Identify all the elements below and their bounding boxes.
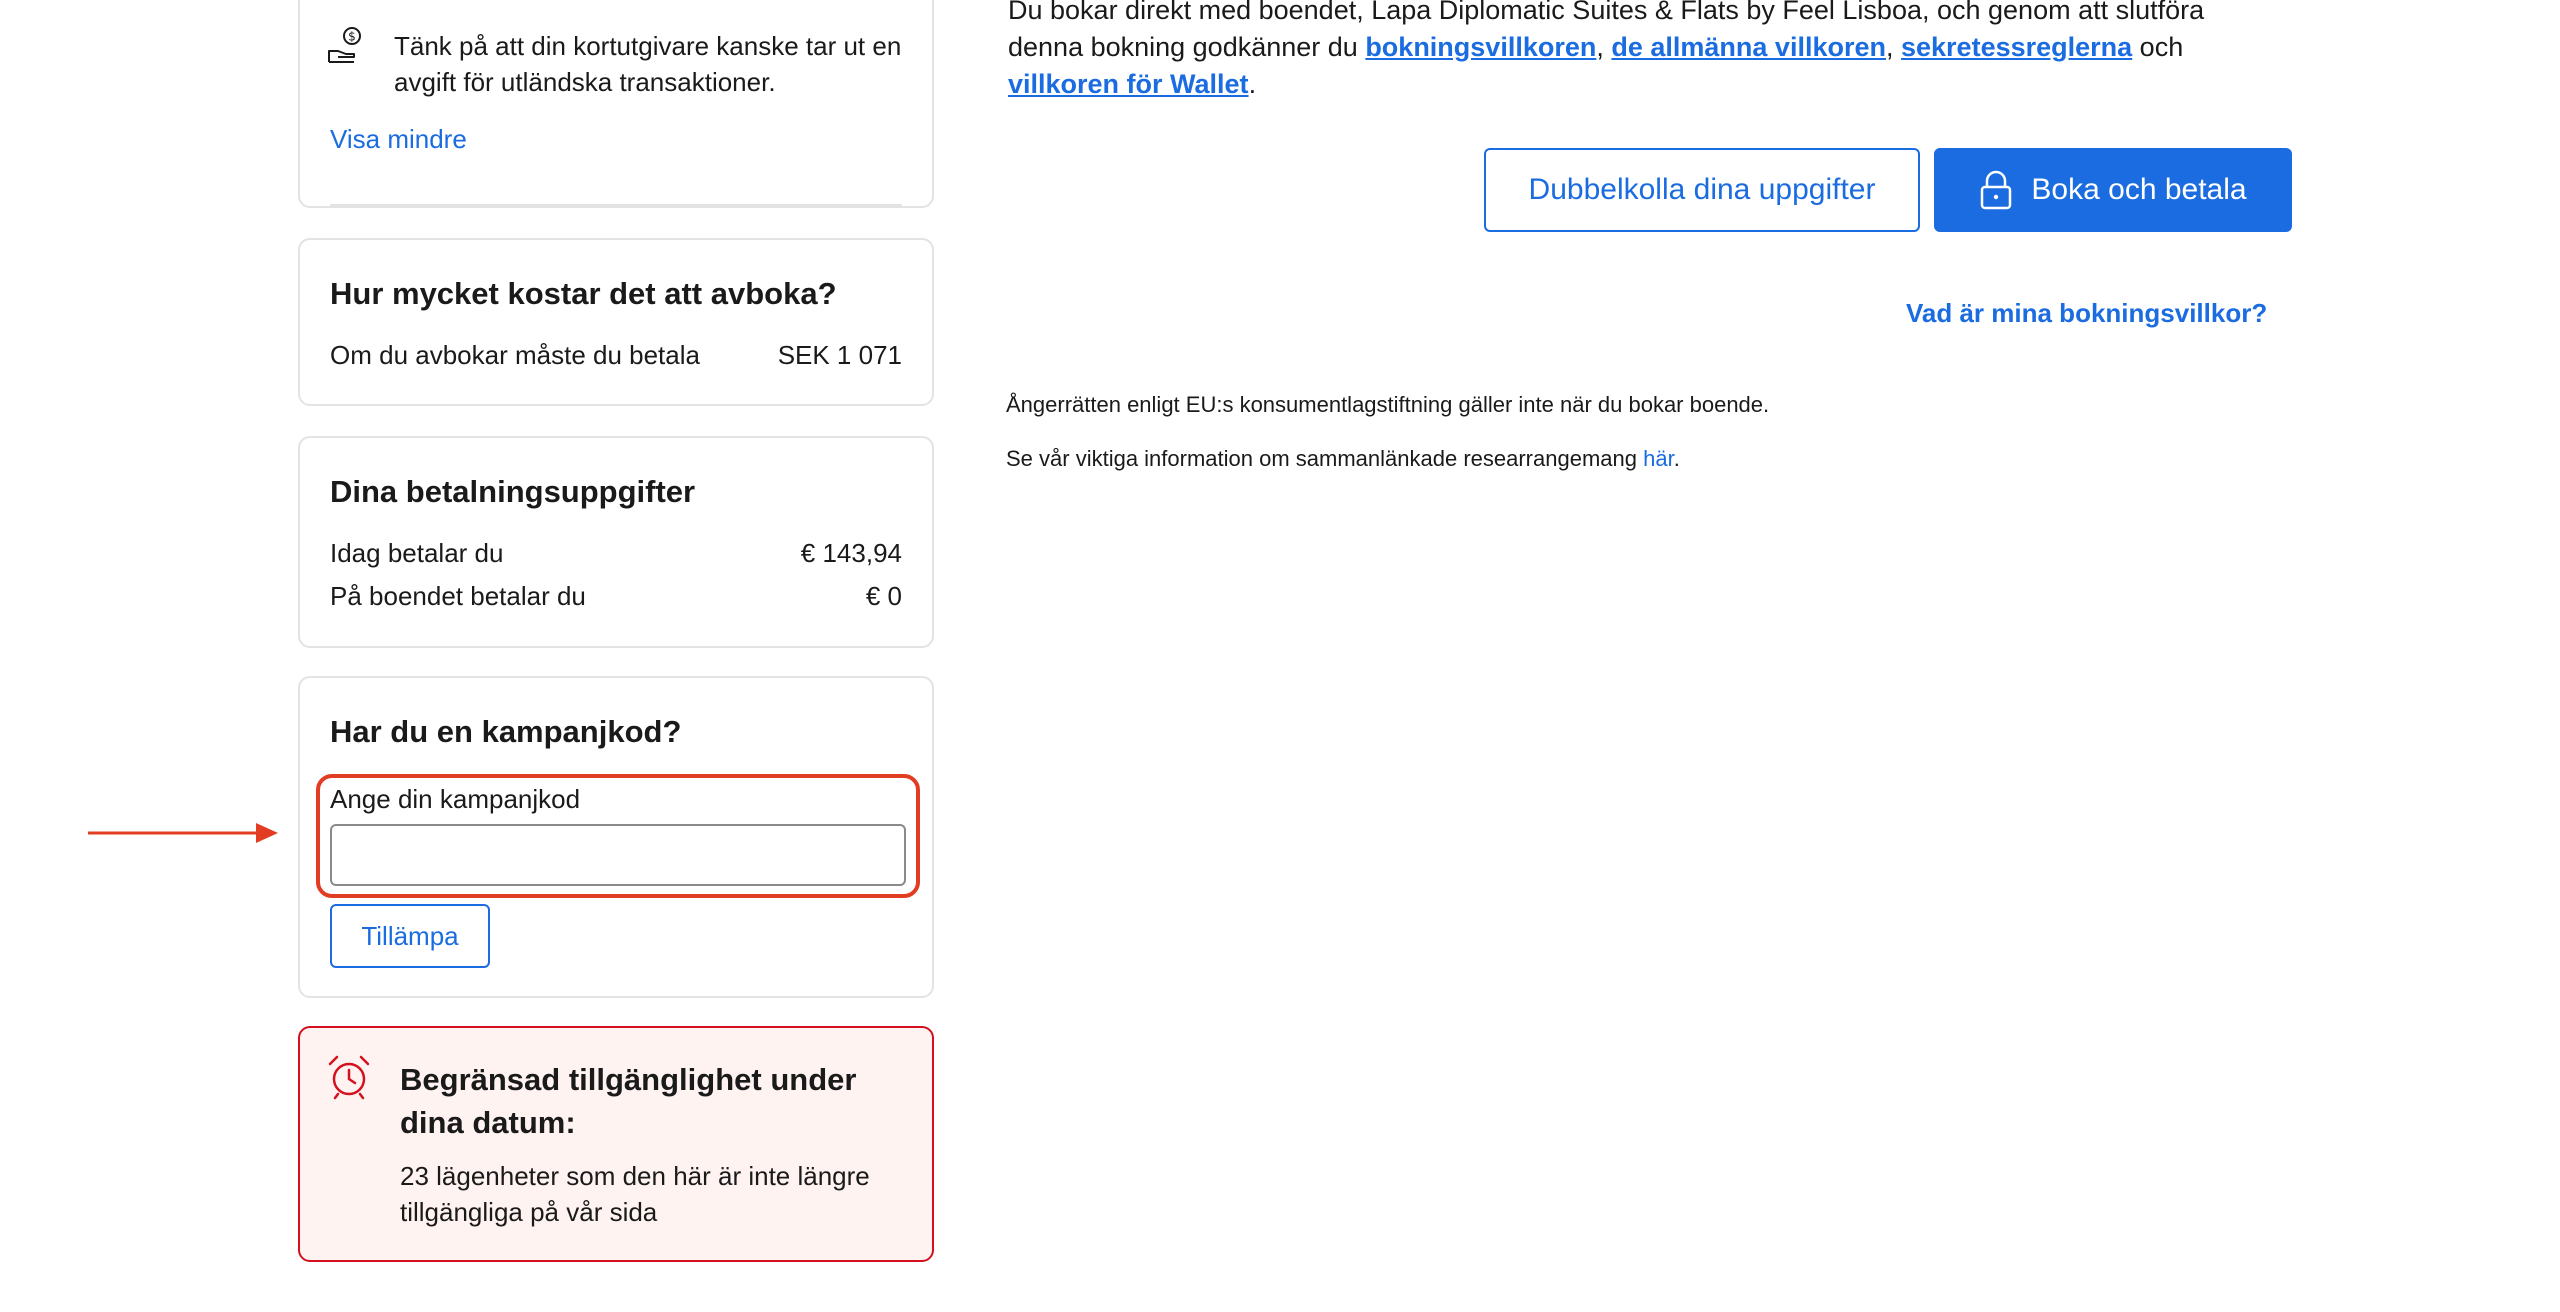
pay-at-property-label: På boendet betalar du (330, 581, 586, 611)
pay-at-property-row: På boendet betalar du € 0 (330, 581, 902, 612)
promo-title: Har du en kampanjkod? (330, 714, 682, 749)
privacy-policy-link[interactable]: sekretessreglerna (1901, 32, 2132, 62)
cancellation-cost-card: Hur mycket kostar det att avboka? Om du … (298, 238, 934, 406)
promo-input-label: Ange din kampanjkod (330, 784, 581, 814)
cancellation-value: SEK 1 071 (777, 340, 902, 370)
svg-text:$: $ (348, 30, 356, 44)
booking-conditions-link[interactable]: bokningsvillkoren (1365, 32, 1596, 62)
travel-info-text: Se vår viktiga information om sammanlänk… (1006, 446, 1644, 471)
travel-info-end: . (1673, 446, 1680, 471)
double-check-details-button[interactable]: Dubbelkolla dina uppgifter (1484, 148, 1920, 232)
show-less-link[interactable]: Visa mindre (330, 124, 467, 155)
payment-details-card: Dina betalningsuppgifter Idag betalar du… (298, 436, 934, 648)
terms-separator: och (2132, 32, 2184, 62)
booking-terms-text: Du bokar direkt med boendet, Lapa Diplom… (1008, 0, 2268, 103)
wallet-terms-link[interactable]: villkoren för Wallet (1008, 69, 1249, 99)
availability-title: Begränsad tillgänglighet under dina datu… (400, 1062, 857, 1140)
terms-separator: , (1885, 32, 1901, 62)
book-and-pay-button[interactable]: Boka och betala (1934, 148, 2292, 232)
pay-today-row: Idag betalar du € 143,94 (330, 538, 902, 569)
payment-title: Dina betalningsuppgifter (330, 474, 696, 509)
alarm-clock-icon (328, 1055, 370, 1100)
linked-travel-info: Se vår viktiga information om sammanlänk… (1006, 446, 1680, 472)
divider (330, 204, 902, 206)
annotation-arrow (88, 823, 278, 843)
foreign-fees-text: Tänk på att din kortutgivare kanske tar … (394, 31, 902, 97)
book-and-pay-label: Boka och betala (2031, 173, 2247, 206)
travel-info-link[interactable]: här (1643, 446, 1674, 471)
availability-text: 23 lägenheter som den här är inte längre… (400, 1161, 870, 1227)
cancellation-label: Om du avbokar måste du betala (330, 340, 700, 370)
foreign-fees-card: $ Tänk på att din kortutgivare kanske ta… (298, 0, 934, 208)
terms-separator: , (1596, 32, 1612, 62)
apply-button[interactable]: Tillämpa (330, 904, 490, 968)
cancellation-title: Hur mycket kostar det att avboka? (330, 276, 837, 311)
terms-end: . (1248, 69, 1257, 99)
general-terms-link[interactable]: de allmänna villkoren (1611, 32, 1886, 62)
promo-code-input[interactable] (330, 824, 906, 886)
pay-today-label: Idag betalar du (330, 538, 504, 568)
promo-code-card: Har du en kampanjkod? Ange din kampanjko… (298, 676, 934, 998)
booking-terms-question-link[interactable]: Vad är mina bokningsvillkor? (1906, 298, 2267, 329)
withdrawal-note: Ångerrätten enligt EU:s konsumentlagstif… (1006, 392, 1770, 417)
limited-availability-card: Begränsad tillgänglighet under dina datu… (298, 1026, 934, 1262)
cancellation-row: Om du avbokar måste du betala SEK 1 071 (330, 340, 902, 371)
pay-at-property-value: € 0 (865, 581, 902, 611)
hand-coin-icon: $ (328, 27, 361, 63)
lock-icon (1981, 170, 2012, 210)
pay-today-value: € 143,94 (800, 538, 902, 568)
